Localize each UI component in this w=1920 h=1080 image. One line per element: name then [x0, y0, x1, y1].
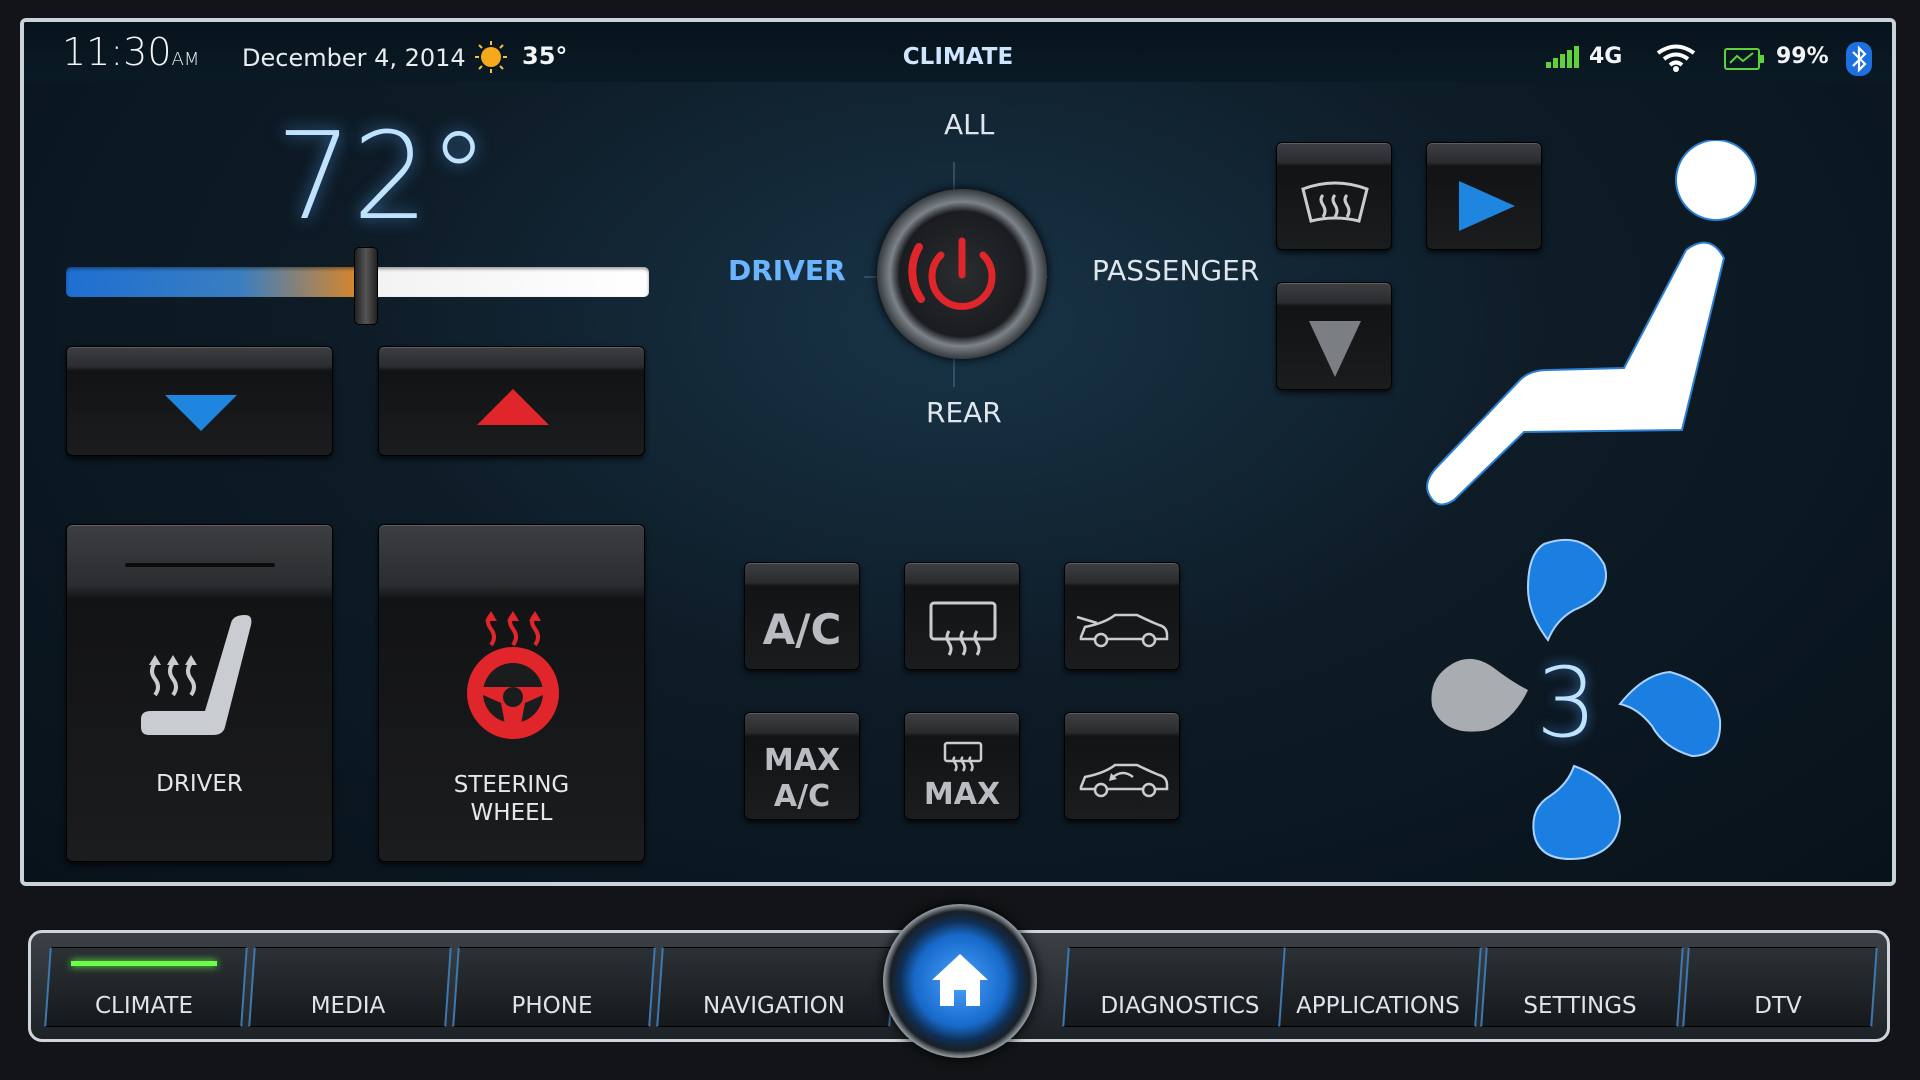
- home-button[interactable]: [883, 904, 1037, 1058]
- home-icon: [932, 954, 988, 1006]
- rear-defrost-icon: [929, 601, 997, 656]
- arrow-down-icon: [165, 395, 237, 431]
- nav-label-media: MEDIA: [310, 993, 386, 1019]
- car-recirculate-icon: [1079, 763, 1169, 798]
- nav-label-phone: PHONE: [511, 993, 593, 1019]
- steering-wheel-heat-button[interactable]: STEERING WHEEL: [378, 524, 645, 862]
- nav-label-climate: CLIMATE: [94, 993, 194, 1019]
- recirculation-button[interactable]: [1064, 712, 1180, 820]
- battery-icon: [1724, 48, 1764, 70]
- heated-steering-wheel-icon: [467, 611, 559, 739]
- rear-defrost-button[interactable]: [904, 562, 1020, 670]
- signal-icon: [1546, 46, 1579, 68]
- nav-label-dtv: DTV: [1754, 993, 1802, 1019]
- climate-power-button[interactable]: [877, 189, 1047, 359]
- max-ac-label: MAX A/C: [763, 743, 841, 814]
- power-icon: [908, 237, 996, 310]
- max-ac-button[interactable]: MAX A/C: [744, 712, 860, 820]
- heat-level-indicator: [125, 563, 275, 567]
- max-defrost-button[interactable]: MAX: [904, 712, 1020, 820]
- climate-screen: 11:30AM December 4, 2014 35° CLIMATE 4G: [20, 18, 1896, 886]
- ac-label: A/C: [762, 605, 842, 654]
- ac-button[interactable]: A/C: [744, 562, 860, 670]
- temp-up-button[interactable]: [378, 346, 645, 456]
- max-defrost-label: MAX: [923, 777, 1001, 812]
- windshield-defrost-icon: [1301, 181, 1369, 223]
- zone-all[interactable]: ALL: [944, 108, 994, 141]
- nav-label-applications: APPLICATIONS: [1296, 993, 1460, 1019]
- airflow-windshield-button[interactable]: [1276, 142, 1392, 250]
- airflow-floor-button[interactable]: [1276, 282, 1392, 390]
- nav-label-navigation: NAVIGATION: [703, 993, 845, 1019]
- temp-down-button[interactable]: [66, 346, 333, 456]
- temperature-slider-handle[interactable]: [354, 247, 378, 325]
- nav-label-diagnostics: DIAGNOSTICS: [1100, 993, 1260, 1019]
- heated-seat-icon: [141, 615, 252, 735]
- arrow-up-icon: [477, 389, 549, 425]
- driver-seat-label: DRIVER: [156, 771, 243, 797]
- zone-passenger[interactable]: PASSENGER: [1092, 254, 1259, 287]
- bluetooth-icon[interactable]: [1846, 42, 1872, 76]
- status-bar: 11:30AM December 4, 2014 35° CLIMATE 4G: [24, 22, 1892, 82]
- fan-speed-value: 3: [1536, 647, 1598, 759]
- car-fresh-air-icon: [1076, 613, 1169, 648]
- fresh-air-button[interactable]: [1064, 562, 1180, 670]
- nav-label-settings: SETTINGS: [1523, 993, 1637, 1019]
- driver-seat-heat-button[interactable]: DRIVER: [66, 524, 333, 862]
- seated-person-icon: [1426, 140, 1757, 506]
- battery-percent: 99%: [1776, 44, 1829, 69]
- nav-active-indicator: [71, 961, 217, 966]
- wifi-icon: [1656, 44, 1696, 72]
- defrost-small-icon: [943, 741, 983, 772]
- steering-wheel-label: STEERING WHEEL: [453, 772, 570, 826]
- arrow-down-icon: [1309, 321, 1361, 377]
- network-type: 4G: [1589, 44, 1623, 69]
- set-temperature: 72°: [276, 108, 489, 247]
